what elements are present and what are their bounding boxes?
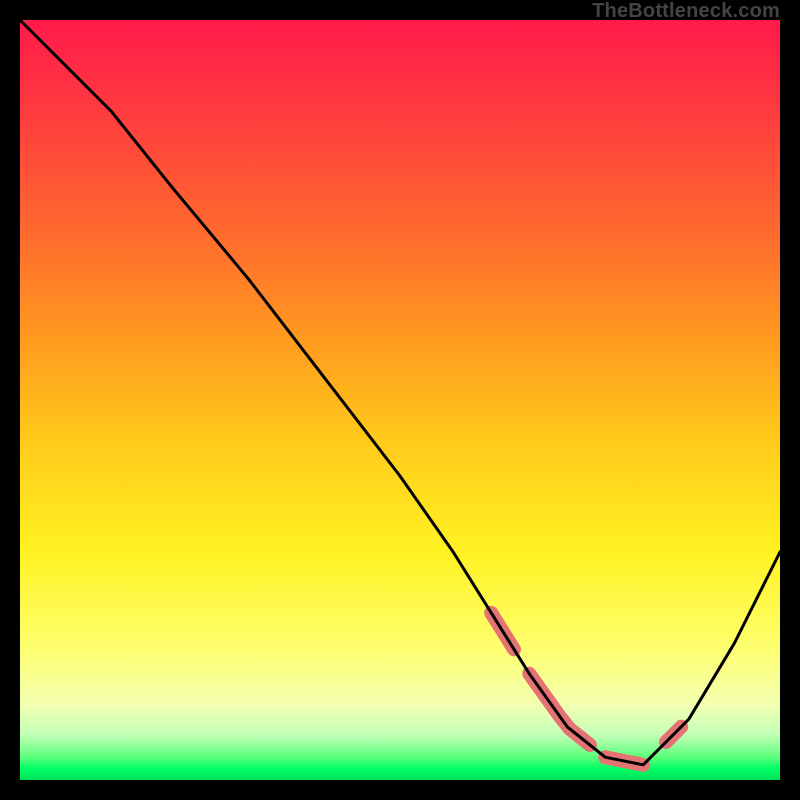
watermark-text: TheBottleneck.com: [592, 0, 780, 23]
main-curve: [20, 20, 780, 765]
chart-svg: [20, 20, 780, 780]
chart-frame: [20, 20, 780, 780]
